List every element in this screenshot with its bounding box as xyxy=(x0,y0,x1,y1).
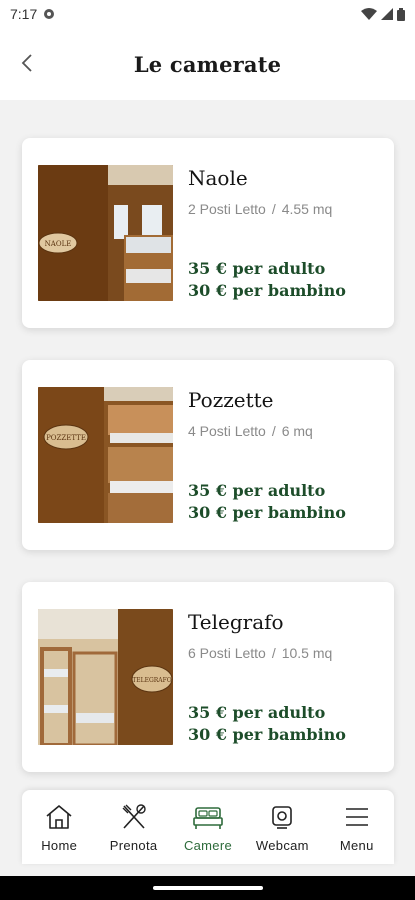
home-icon xyxy=(46,805,72,829)
price-child: 30 € per bambino xyxy=(188,725,346,744)
room-beds: 4 Posti Letto xyxy=(188,423,266,439)
room-photo-image: NAOLE xyxy=(38,165,173,301)
room-photo: POZZETTE xyxy=(38,387,173,523)
nav-label-home: Home xyxy=(41,838,78,853)
hamburger-icon xyxy=(345,808,368,826)
meta-separator: / xyxy=(271,645,276,661)
room-photo-image: POZZETTE xyxy=(38,387,173,523)
room-card-naole[interactable]: NAOLE Naole 2 Posti Letto / 4.55 mq 35 €… xyxy=(22,138,394,328)
room-sign-text: NAOLE xyxy=(45,240,72,248)
bed-icon xyxy=(193,807,223,829)
nav-item-prenota[interactable]: Prenota xyxy=(99,802,169,853)
room-card-telegrafo[interactable]: TELEGRAFO Telegrafo 6 Posti Letto / 10.5… xyxy=(22,582,394,772)
room-beds: 6 Posti Letto xyxy=(188,645,266,661)
webcam-icon xyxy=(272,806,293,829)
room-size: 10.5 mq xyxy=(281,645,333,661)
room-beds: 2 Posti Letto xyxy=(188,201,266,217)
home-indicator[interactable] xyxy=(152,886,263,890)
room-meta: 4 Posti Letto / 6 mq xyxy=(188,423,313,439)
room-sign-text: POZZETTE xyxy=(46,434,86,442)
app-header: Le camerate xyxy=(0,28,415,100)
room-photo: TELEGRAFO xyxy=(38,609,173,745)
price-child: 30 € per bambino xyxy=(188,281,346,300)
bottom-nav: Home Prenota Camere Webcam Menu xyxy=(22,790,394,864)
nav-item-camere[interactable]: Camere xyxy=(173,802,243,853)
system-nav-bar xyxy=(0,876,415,900)
nav-item-menu[interactable]: Menu xyxy=(322,802,392,853)
back-button[interactable] xyxy=(12,48,42,78)
page-title: Le camerate xyxy=(133,51,282,77)
nav-item-home[interactable]: Home xyxy=(24,802,94,853)
price-adult: 35 € per adulto xyxy=(188,481,326,500)
nav-label-prenota: Prenota xyxy=(109,838,158,853)
room-photo-image: TELEGRAFO xyxy=(38,609,173,745)
price-child: 30 € per bambino xyxy=(188,503,346,522)
wifi-icon xyxy=(361,8,377,20)
price-adult: 35 € per adulto xyxy=(188,259,326,278)
room-sign-text: TELEGRAFO xyxy=(132,677,172,684)
nav-item-webcam[interactable]: Webcam xyxy=(247,802,317,853)
meta-separator: / xyxy=(271,201,276,217)
nav-label-menu: Menu xyxy=(339,838,374,853)
room-size: 6 mq xyxy=(281,423,313,439)
room-photo: NAOLE xyxy=(38,165,173,301)
battery-icon xyxy=(397,7,405,21)
room-name: Telegrafo xyxy=(188,610,284,634)
room-meta: 6 Posti Letto / 10.5 mq xyxy=(188,645,332,661)
notification-icon xyxy=(44,9,55,19)
status-time: 7:17 xyxy=(10,6,38,22)
room-meta: 2 Posti Letto / 4.55 mq xyxy=(188,201,332,217)
utensils-icon xyxy=(122,804,146,829)
room-name: Naole xyxy=(188,166,248,190)
status-icons xyxy=(361,7,405,21)
room-card-pozzette[interactable]: POZZETTE Pozzette 4 Posti Letto / 6 mq 3… xyxy=(22,360,394,550)
signal-icon xyxy=(381,8,393,20)
room-size: 4.55 mq xyxy=(281,201,333,217)
chevron-left-icon xyxy=(21,54,32,72)
price-adult: 35 € per adulto xyxy=(188,703,326,722)
room-name: Pozzette xyxy=(188,388,274,412)
status-bar: 7:17 xyxy=(0,0,415,28)
nav-label-webcam: Webcam xyxy=(255,838,309,853)
meta-separator: / xyxy=(271,423,276,439)
nav-label-camere: Camere xyxy=(183,838,232,853)
